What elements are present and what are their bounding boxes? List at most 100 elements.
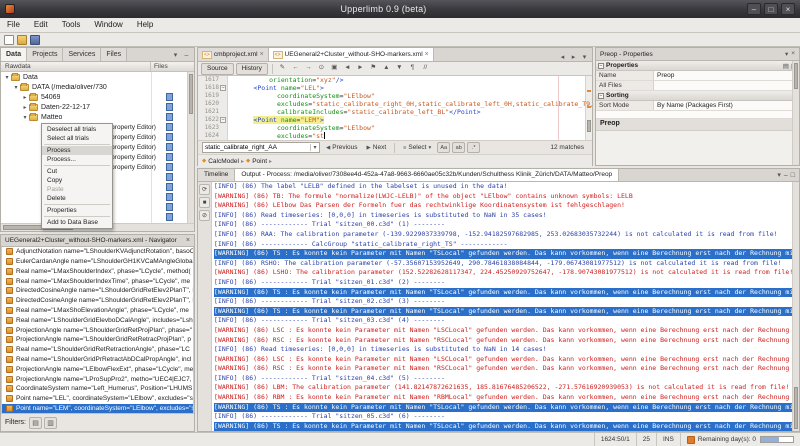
navigator-item[interactable]: ProjectionAngle name="LShoulderGridRetRe…: [2, 335, 193, 345]
window-menu-icon[interactable]: ▾: [777, 171, 781, 179]
navigator-item[interactable]: ProjectionAngle name="LProSupPro2", meth…: [2, 374, 193, 384]
console-line[interactable]: [WARNING] (86) TS : Es konnte kein Param…: [214, 288, 792, 298]
new-file-icon[interactable]: [4, 35, 14, 45]
console-line[interactable]: [WARNING] (86) TS : Es konnte kein Param…: [214, 249, 792, 259]
console-line[interactable]: [INFO] (86) ------------ Trial "sitzen_0…: [214, 297, 792, 307]
navigator-item[interactable]: CoordinateSystem name="Left_Humerus", Po…: [2, 384, 193, 394]
next-bookmark-icon[interactable]: ►: [355, 63, 366, 74]
navigator-item[interactable]: Real name="LShoulderGridElevboDCalAngle"…: [2, 315, 193, 325]
tree-row[interactable]: ▾Matteo: [1, 112, 194, 122]
filter-fields-toggle[interactable]: ▤: [29, 417, 42, 429]
editor-tab[interactable]: <>cmbproject.xml×: [198, 48, 269, 61]
minimize-button[interactable]: –: [747, 3, 761, 15]
code-line[interactable]: coordinateSystem="LElbow": [230, 92, 592, 100]
history-view-button[interactable]: History: [236, 63, 268, 75]
collapse-icon[interactable]: ▾: [21, 114, 29, 121]
forward-icon[interactable]: →: [303, 63, 314, 74]
previous-bookmark-icon[interactable]: ◄: [342, 63, 353, 74]
navigator-item[interactable]: Real name="LShoulderGridRetRetractionAng…: [2, 345, 193, 355]
context-menu-item[interactable]: Delete: [42, 194, 112, 203]
last-edit-position-icon[interactable]: ✎: [277, 63, 288, 74]
code-line[interactable]: excludes="st: [230, 132, 592, 140]
menu-file[interactable]: File: [0, 18, 27, 32]
console-line[interactable]: [INFO] (86) ------------ Trial "sitzen_0…: [214, 220, 792, 230]
window-menu-icon[interactable]: ▾: [171, 50, 180, 61]
navigator-item[interactable]: EulerCardanAngle name="LShoulderGH1KVCaM…: [2, 257, 193, 267]
console-line[interactable]: [INFO] (86) Read timeseries: [0,0,0] in …: [214, 345, 792, 355]
console-line[interactable]: [WARNING] (86) TB: The formule "normaliz…: [214, 192, 792, 202]
menu-window[interactable]: Window: [87, 18, 129, 32]
column-header-rawdata[interactable]: Rawdata: [1, 62, 150, 71]
console-line[interactable]: [INFO] (86) ------------ Trial "sitzen_0…: [214, 316, 792, 326]
toggle-bookmark-icon[interactable]: ⚑: [368, 63, 379, 74]
navigator-item[interactable]: Point name="LEM", coordinateSystem="LElb…: [2, 404, 193, 414]
console-line[interactable]: [INFO] (86) The label "LELB" defined in …: [214, 182, 792, 192]
next-button[interactable]: ▶ Next: [364, 144, 390, 151]
find-selection-icon[interactable]: ⊙: [316, 63, 327, 74]
search-combo[interactable]: ▾: [202, 142, 320, 153]
progress-bar[interactable]: [760, 436, 794, 443]
menu-help[interactable]: Help: [130, 18, 160, 32]
tree-row[interactable]: ▾DATA (/media/oliver/730: [1, 82, 194, 92]
console-line[interactable]: [WARNING] (86) TS : Es konnte kein Param…: [214, 307, 792, 317]
navigator-item[interactable]: Real name="LMaxShoElevationAngle", phase…: [2, 306, 193, 316]
context-menu-item[interactable]: Cut: [42, 167, 112, 176]
console-line[interactable]: [INFO] (86) ------------ Trial "sitzen_0…: [214, 412, 792, 422]
scroll-tabs-right-button[interactable]: ▸: [569, 53, 578, 61]
tree-row[interactable]: ▾Data: [1, 72, 194, 82]
navigator-item[interactable]: DirectedCosineAngle name="LShoulderGridR…: [2, 286, 193, 296]
code-line[interactable]: excludes="static_calibrate_right_0H,stat…: [230, 100, 592, 108]
collapse-icon[interactable]: ▾: [12, 84, 20, 91]
next-error-icon[interactable]: ▼: [394, 63, 405, 74]
console-line[interactable]: [WARNING] (86) LBM: The calibration para…: [214, 383, 792, 393]
clear-output-icon[interactable]: ⊘: [199, 210, 210, 221]
property-row[interactable]: All Files: [596, 81, 799, 91]
console-line[interactable]: [WARNING] (86) RSC : Es konnte kein Para…: [214, 364, 792, 374]
console-line[interactable]: [INFO] (86) ------------ CalcGroup "stat…: [214, 240, 792, 250]
console-line[interactable]: [WARNING] (86) LSC : Es konnte kein Para…: [214, 355, 792, 365]
console-line[interactable]: [INFO] (86) RSHO: The calibration parame…: [214, 259, 792, 269]
context-menu-item[interactable]: Deselect all trials: [42, 125, 112, 134]
close-icon[interactable]: ×: [183, 237, 190, 244]
property-row[interactable]: NamePreop: [596, 71, 799, 81]
property-value[interactable]: [654, 81, 799, 90]
console[interactable]: [INFO] (86) The label "LELB" defined in …: [212, 182, 792, 431]
select-button[interactable]: ≡ Select ▾: [400, 144, 434, 151]
context-menu-item[interactable]: Paste: [42, 185, 112, 194]
minimize-window-icon[interactable]: –: [182, 50, 191, 61]
tab-projects[interactable]: Projects: [27, 48, 63, 61]
tree-row[interactable]: ▸54069: [1, 92, 194, 102]
navigator-item[interactable]: DirectedCosineAngle name="LShoulderGridR…: [2, 296, 193, 306]
navigator-item[interactable]: Real name="LMaxShoulderIndex", phase="LC…: [2, 266, 193, 276]
console-line[interactable]: [INFO] (86) Read timeseries: [0,0,0] in …: [214, 211, 792, 221]
property-row[interactable]: Sort ModeBy Name (Packages First): [596, 101, 799, 111]
console-line[interactable]: [WARNING] (86) LSC : Es konnte kein Para…: [214, 326, 792, 336]
console-line[interactable]: [INFO] (86) RAA: The calibration paramet…: [214, 230, 792, 240]
navigator-item[interactable]: AdjunctNotation name="LShoulderKVAdjunct…: [2, 247, 193, 257]
toggle-comment-icon[interactable]: //: [420, 63, 431, 74]
whole-words-toggle[interactable]: ab: [452, 142, 465, 153]
expand-icon[interactable]: ▸: [21, 94, 29, 101]
navigator-item[interactable]: Real name="LShoulderGridPrRetractAbDCalP…: [2, 355, 193, 365]
code-lines[interactable]: orientation="xyz"/> <Point name="LEL"> c…: [228, 76, 592, 140]
code-line[interactable]: <Point name="LEL">: [230, 84, 592, 92]
tab-timeline[interactable]: Timeline: [198, 169, 235, 181]
console-line[interactable]: [INFO] (86) ------------ Trial "sitzen_0…: [214, 278, 792, 288]
console-line[interactable]: [INFO] (86) ------------ Trial "sitzen_0…: [214, 374, 792, 384]
scroll-tabs-left-button[interactable]: ◂: [558, 53, 567, 61]
code-line[interactable]: coordinateSystem="LElbow": [230, 124, 592, 132]
property-value[interactable]: Preop: [654, 71, 799, 80]
property-category[interactable]: −Properties▤▥: [596, 61, 799, 71]
navigator-item[interactable]: ProjectionAngle name="LShoulderGridRetPr…: [2, 325, 193, 335]
save-all-icon[interactable]: [30, 35, 40, 45]
navigator-item[interactable]: ProjectionAngle name="LElbowFlexExt", ph…: [2, 364, 193, 374]
tab-files[interactable]: Files: [101, 48, 127, 61]
close-window-icon[interactable]: ×: [788, 50, 795, 58]
tab-list-button[interactable]: ▾: [580, 53, 589, 61]
source-view-button[interactable]: Source: [201, 63, 234, 75]
fold-icon[interactable]: −: [220, 117, 226, 123]
editor-tab[interactable]: <>UEGeneral2+Cluster_without-SHO-markers…: [269, 48, 434, 61]
insert-mode-indicator[interactable]: INS: [656, 433, 680, 446]
console-line[interactable]: [WARNING] (86) TS : Es konnte kein Param…: [214, 422, 792, 431]
context-menu-item[interactable]: Add to Data Base: [42, 218, 112, 227]
